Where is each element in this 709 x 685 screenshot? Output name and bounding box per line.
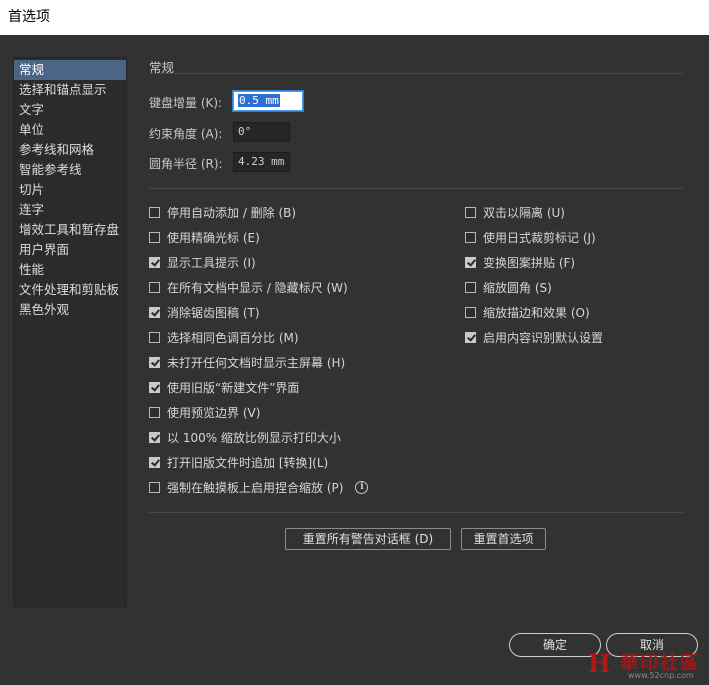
keyboard-increment-value: 0.5 mm bbox=[238, 94, 280, 107]
option-checkbox[interactable]: 双击以隔离 (U) bbox=[465, 203, 565, 221]
constrain-angle-input[interactable]: 0° bbox=[233, 122, 290, 142]
watermark-url: www.52cnp.com bbox=[628, 671, 694, 680]
sidebar-item[interactable]: 文字 bbox=[14, 100, 126, 120]
option-label: 使用预览边界 (V) bbox=[167, 405, 261, 420]
checkbox-unchecked-icon[interactable] bbox=[149, 281, 160, 293]
option-label: 打开旧版文件时追加 [转换](L) bbox=[167, 455, 329, 470]
option-label: 使用旧版“新建文件”界面 bbox=[167, 380, 300, 395]
checkbox-unchecked-icon[interactable] bbox=[149, 331, 160, 343]
option-label: 显示工具提示 (I) bbox=[167, 255, 256, 270]
option-checkbox[interactable]: 以 100% 缩放比例显示打印大小 bbox=[149, 428, 341, 446]
section-divider bbox=[149, 73, 683, 74]
checkbox-checked-icon[interactable] bbox=[465, 331, 476, 343]
option-checkbox[interactable]: 使用精确光标 (E) bbox=[149, 228, 260, 246]
checkbox-unchecked-icon[interactable] bbox=[465, 206, 476, 218]
option-checkbox[interactable]: 缩放描边和效果 (O) bbox=[465, 303, 590, 321]
info-icon[interactable]: i bbox=[355, 480, 369, 494]
option-checkbox[interactable]: 显示工具提示 (I) bbox=[149, 253, 256, 271]
options-divider-top bbox=[149, 188, 683, 189]
option-label: 未打开任何文档时显示主屏幕 (H) bbox=[167, 355, 346, 370]
checkbox-unchecked-icon[interactable] bbox=[465, 281, 476, 293]
reset-warnings-button[interactable]: 重置所有警告对话框 (D) bbox=[285, 528, 451, 550]
option-checkbox[interactable]: 在所有文档中显示 / 隐藏标尺 (W) bbox=[149, 278, 348, 296]
sidebar-item[interactable]: 连字 bbox=[14, 200, 126, 220]
option-label: 强制在触摸板上启用捏合缩放 (P) bbox=[167, 480, 344, 495]
option-label: 使用精确光标 (E) bbox=[167, 230, 260, 245]
cancel-button[interactable]: 取消 bbox=[606, 633, 698, 657]
option-label: 停用自动添加 / 删除 (B) bbox=[167, 205, 297, 220]
option-checkbox[interactable]: 使用预览边界 (V) bbox=[149, 403, 260, 421]
option-label: 启用内容识别默认设置 bbox=[483, 330, 604, 345]
option-label: 消除锯齿图稿 (T) bbox=[167, 305, 260, 320]
options-divider-bottom bbox=[149, 512, 683, 513]
sidebar-item[interactable]: 增效工具和暂存盘 bbox=[14, 220, 126, 240]
option-label: 以 100% 缩放比例显示打印大小 bbox=[167, 430, 341, 445]
checkbox-checked-icon[interactable] bbox=[149, 356, 160, 368]
option-checkbox[interactable]: 停用自动添加 / 删除 (B) bbox=[149, 203, 296, 221]
category-sidebar: 常规 选择和锚点显示 文字 单位 参考线和网格 智能参考线 切片 连字 增效工具和暂存盘 用户界面… bbox=[13, 57, 127, 608]
sidebar-item[interactable]: 选择和锚点显示 bbox=[14, 80, 126, 100]
sidebar-item[interactable]: 智能参考线 bbox=[14, 160, 126, 180]
sidebar-item[interactable]: 用户界面 bbox=[14, 240, 126, 260]
option-label: 在所有文档中显示 / 隐藏标尺 (W) bbox=[167, 280, 348, 295]
option-checkbox[interactable]: 缩放圆角 (S) bbox=[465, 278, 552, 296]
option-label: 使用日式裁剪标记 (J) bbox=[483, 230, 596, 245]
option-checkbox[interactable]: 使用日式裁剪标记 (J) bbox=[465, 228, 596, 246]
checkbox-unchecked-icon[interactable] bbox=[465, 231, 476, 243]
option-checkbox[interactable]: 启用内容识别默认设置 bbox=[465, 328, 603, 346]
sidebar-item[interactable]: 单位 bbox=[14, 120, 126, 140]
option-checkbox[interactable]: 强制在触摸板上启用捏合缩放 (P) i bbox=[149, 478, 369, 496]
option-label: 缩放圆角 (S) bbox=[483, 280, 552, 295]
keyboard-increment-label: 键盘增量 (K): bbox=[149, 96, 223, 110]
checkbox-unchecked-icon[interactable] bbox=[149, 406, 160, 418]
sidebar-item[interactable]: 性能 bbox=[14, 260, 126, 280]
checkbox-checked-icon[interactable] bbox=[149, 256, 160, 268]
option-label: 双击以隔离 (U) bbox=[483, 205, 565, 220]
keyboard-increment-input[interactable]: 0.5 mm bbox=[233, 91, 303, 111]
checkbox-checked-icon[interactable] bbox=[465, 256, 476, 268]
reset-preferences-button[interactable]: 重置首选项 bbox=[461, 528, 546, 550]
sidebar-item[interactable]: 常规 bbox=[14, 60, 126, 80]
option-checkbox[interactable]: 变换图案拼贴 (F) bbox=[465, 253, 575, 271]
checkbox-unchecked-icon[interactable] bbox=[149, 231, 160, 243]
checkbox-unchecked-icon[interactable] bbox=[465, 306, 476, 318]
option-checkbox[interactable]: 使用旧版“新建文件”界面 bbox=[149, 378, 299, 396]
sidebar-item[interactable]: 切片 bbox=[14, 180, 126, 200]
option-checkbox[interactable]: 消除锯齿图稿 (T) bbox=[149, 303, 260, 321]
option-label: 缩放描边和效果 (O) bbox=[483, 305, 590, 320]
checkbox-checked-icon[interactable] bbox=[149, 306, 160, 318]
option-checkbox[interactable]: 选择相同色调百分比 (M) bbox=[149, 328, 299, 346]
corner-radius-label: 圆角半径 (R): bbox=[149, 157, 223, 171]
option-label: 变换图案拼贴 (F) bbox=[483, 255, 576, 270]
sidebar-item[interactable]: 文件处理和剪贴板 bbox=[14, 280, 126, 300]
option-label: 选择相同色调百分比 (M) bbox=[167, 330, 299, 345]
ok-button[interactable]: 确定 bbox=[509, 633, 601, 657]
sidebar-item[interactable]: 参考线和网格 bbox=[14, 140, 126, 160]
checkbox-unchecked-icon[interactable] bbox=[149, 481, 160, 493]
window-title: 首选项 bbox=[0, 0, 709, 35]
corner-radius-input[interactable]: 4.23 mm bbox=[233, 152, 290, 172]
checkbox-checked-icon[interactable] bbox=[149, 381, 160, 393]
option-checkbox[interactable]: 未打开任何文档时显示主屏幕 (H) bbox=[149, 353, 345, 371]
option-checkbox[interactable]: 打开旧版文件时追加 [转换](L) bbox=[149, 453, 328, 471]
checkbox-checked-icon[interactable] bbox=[149, 456, 160, 468]
checkbox-unchecked-icon[interactable] bbox=[149, 206, 160, 218]
constrain-angle-label: 约束角度 (A): bbox=[149, 127, 223, 141]
sidebar-item[interactable]: 黑色外观 bbox=[14, 300, 126, 320]
checkbox-checked-icon[interactable] bbox=[149, 431, 160, 443]
